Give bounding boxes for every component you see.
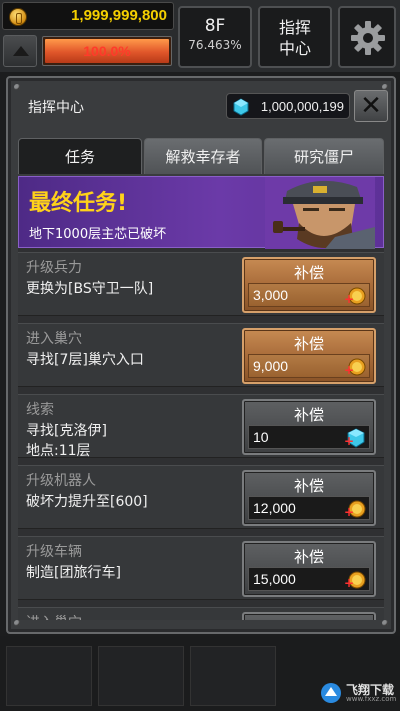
close-button[interactable]: ✕	[354, 90, 388, 122]
tab-missions[interactable]: 任务	[18, 138, 142, 174]
claim-reward-button[interactable]: 补偿 3,000 +	[242, 257, 376, 313]
coin-icon: +	[344, 286, 366, 310]
claim-reward-button[interactable]: 补偿 9,000 +	[242, 328, 376, 384]
mission-description: 寻找[7层]巢穴入口	[26, 352, 144, 368]
commander-portrait	[265, 177, 375, 249]
final-mission-title: 最终任务!	[29, 191, 128, 216]
rivet	[382, 620, 388, 626]
reward-amount-field: 12,000 +	[248, 496, 370, 520]
mission-description: 破坏力提升至[600]	[26, 494, 148, 510]
mission-category: 升级机器人	[26, 473, 96, 489]
svg-text:+: +	[344, 505, 354, 519]
coin-icon: +	[344, 499, 366, 523]
reward-label: 补偿	[293, 335, 324, 353]
close-icon: ✕	[360, 91, 382, 121]
settings-button[interactable]	[338, 6, 396, 68]
tab-research-zombies[interactable]: 研究僵尸	[264, 138, 384, 174]
reward-value: 3,000	[253, 287, 289, 303]
watermark-url: www.fxxz.com	[346, 695, 397, 703]
reward-value: 10	[253, 429, 269, 445]
mission-row: 升级车辆制造[团旅行车] 补偿 15,000 +	[18, 536, 384, 600]
mission-description: 制造[团旅行车]	[26, 565, 121, 581]
command-center-button[interactable]: 指挥 中心	[258, 6, 332, 68]
reward-label: 补偿	[293, 548, 324, 566]
floor-up-button[interactable]	[3, 35, 37, 67]
mission-row: 升级机器人破坏力提升至[600] 补偿 12,000 +	[18, 465, 384, 529]
mission-row: 升级兵力更换为[BS守卫一队] 补偿 3,000 +	[18, 252, 384, 316]
rivet	[14, 620, 20, 626]
bottom-bar: 飞翔下载 www.fxxz.com	[0, 636, 400, 711]
reward-amount-field: 3,000 +	[248, 283, 370, 307]
svg-text:+: +	[344, 576, 354, 590]
gem-counter: 1,000,000,199	[226, 93, 350, 119]
reward-value: 15,000	[253, 571, 296, 587]
coin-value: 1,999,999,800	[71, 7, 167, 24]
bottom-slot	[6, 646, 92, 706]
rivet	[14, 84, 20, 90]
mission-list[interactable]: 最终任务! 地下1000层主芯已破坏 升级兵力 更换为[BS守卫一队] 补偿 3…	[18, 176, 384, 620]
watermark-logo-icon	[321, 683, 341, 703]
floor-label: 8F	[204, 16, 226, 36]
gem-value: 1,000,000,199	[260, 99, 344, 114]
command-center-label-line2: 中心	[278, 39, 311, 58]
mission-category: 升级车辆	[26, 544, 82, 560]
floor-indicator[interactable]: 8F 76.463%	[178, 6, 252, 68]
svg-text:+: +	[344, 363, 354, 377]
gear-icon	[351, 21, 385, 55]
mission-category: 升级兵力	[26, 260, 82, 276]
reward-value: 12,000	[253, 500, 296, 516]
mission-category: 进入巢穴	[26, 331, 82, 347]
mission-row: 进入巢穴寻找[7层]巢穴入口 补偿 9,000 +	[18, 323, 384, 387]
reward-label: 补偿	[293, 264, 324, 282]
coin-counter: 1,999,999,800	[2, 2, 174, 30]
dialog-title: 指挥中心	[28, 100, 84, 116]
power-bar: 100.0%	[42, 36, 172, 66]
tab-label: 研究僵尸	[293, 148, 354, 166]
mission-category: 进入巢穴	[26, 612, 82, 620]
reward-amount-field: 9,000 +	[248, 354, 370, 378]
claim-reward-button[interactable]: 补偿 10 +	[242, 399, 376, 455]
reward-label: 补偿	[293, 477, 324, 495]
coin-icon: +	[344, 570, 366, 594]
final-mission-subtitle: 地下1000层主芯已破坏	[29, 227, 167, 242]
top-hud: 1,999,999,800 100.0% 8F 76.463% 指挥 中心	[0, 0, 400, 72]
claim-reward-button[interactable]: +	[242, 612, 376, 620]
tab-label: 解救幸存者	[165, 148, 241, 166]
claim-reward-button[interactable]: 补偿 15,000 +	[242, 541, 376, 597]
bottom-slot	[190, 646, 276, 706]
mission-category: 线索	[26, 402, 54, 418]
mission-row: 线索寻找[克洛伊] 地点:11层 补偿 10 +	[18, 394, 384, 459]
command-center-label-line1: 指挥	[278, 18, 311, 37]
reward-amount-field: 15,000 +	[248, 567, 370, 591]
reward-amount-field: 10 +	[248, 425, 370, 449]
claim-reward-button[interactable]: 补偿 12,000 +	[242, 470, 376, 526]
final-mission-banner[interactable]: 最终任务! 地下1000层主芯已破坏	[18, 176, 384, 249]
coin-icon	[9, 8, 27, 26]
command-center-dialog: 指挥中心 1,000,000,199 ✕ 任务 解救幸存者 研究僵尸 最终任务!…	[6, 76, 396, 634]
svg-text:+: +	[344, 434, 354, 448]
floor-progress: 76.463%	[188, 38, 242, 52]
mission-description: 寻找[克洛伊] 地点:11层	[26, 423, 107, 459]
gem-icon: +	[344, 428, 366, 452]
mission-row: 进入巢穴 +	[18, 607, 384, 620]
power-value: 100.0%	[83, 43, 131, 59]
reward-value: 9,000	[253, 358, 289, 374]
mission-description: 更换为[BS守卫一队]	[26, 281, 154, 297]
watermark: 飞翔下载 www.fxxz.com	[320, 681, 396, 705]
tab-label: 任务	[64, 148, 95, 166]
svg-text:+: +	[344, 292, 354, 306]
coin-icon: +	[344, 357, 366, 381]
bottom-slot	[98, 646, 184, 706]
reward-label: 补偿	[293, 406, 324, 424]
tab-rescue-survivors[interactable]: 解救幸存者	[144, 138, 262, 174]
gem-icon	[233, 98, 249, 116]
